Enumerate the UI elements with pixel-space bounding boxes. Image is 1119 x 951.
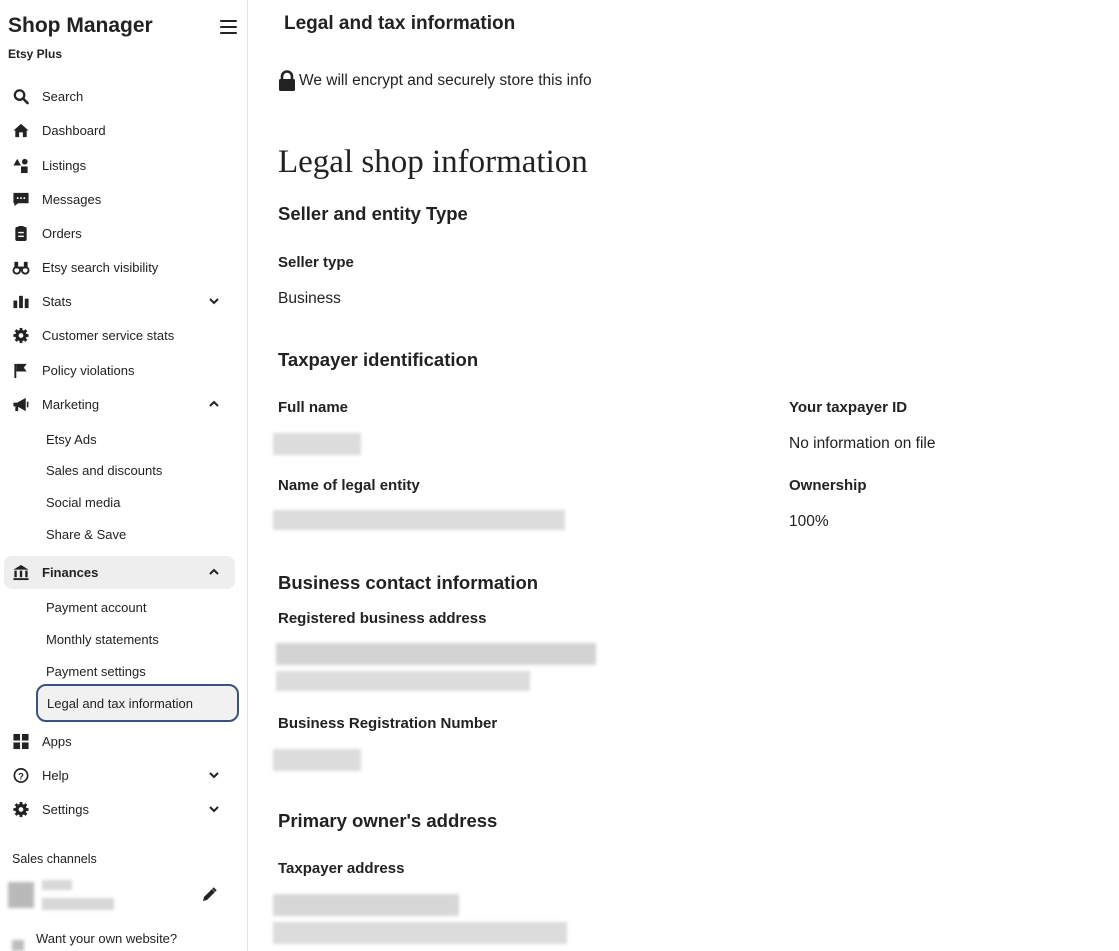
chevron-down-icon: [209, 298, 219, 305]
legal-entity-label: Name of legal entity: [278, 477, 420, 494]
ownership-value: 100%: [789, 513, 829, 530]
chevron-down-icon: [209, 772, 219, 779]
sales-channels-label: Sales channels: [12, 852, 97, 866]
taxpayer-id-label: Your taxpayer ID: [789, 399, 908, 416]
taxpayer-address-line1-redacted: [273, 894, 459, 916]
sidebar-item-label: Dashboard: [42, 122, 106, 138]
sidebar-item-label: Customer service stats: [42, 327, 175, 343]
sidebar-subitem-sales-discounts[interactable]: Sales and discounts: [46, 463, 162, 478]
bank-icon: [13, 564, 29, 581]
business-contact-heading: Business contact information: [278, 572, 539, 593]
chevron-up-icon: [209, 568, 219, 575]
seller-entity-heading: Seller and entity Type: [278, 203, 468, 224]
page-title: Legal and tax information: [284, 13, 516, 34]
gear-icon: [13, 327, 29, 344]
registered-address-line2-redacted: [276, 671, 530, 691]
main-content: Legal and tax information We will encryp…: [249, 0, 1119, 951]
shapes-icon: [13, 158, 28, 174]
sidebar-item-stats[interactable]: Stats: [0, 286, 248, 316]
shop-manager-title: Shop Manager: [8, 14, 153, 37]
sidebar-item-label: Orders: [42, 225, 82, 241]
legal-shop-heading: Legal shop information: [278, 144, 588, 180]
sidebar-item-finances[interactable]: Finances: [0, 557, 248, 587]
lock-icon: [279, 70, 295, 91]
shop-thumbnail-redacted[interactable]: [8, 882, 34, 908]
website-icon: [12, 940, 24, 951]
registered-address-label: Registered business address: [278, 610, 487, 627]
sidebar-item-label: Help: [42, 767, 69, 783]
sidebar-item-label: Stats: [42, 293, 72, 309]
sidebar-item-label: Marketing: [42, 396, 100, 412]
secure-note: We will encrypt and securely store this …: [277, 70, 592, 92]
ownership-label: Ownership: [789, 477, 867, 494]
sidebar-item-label: Search: [42, 88, 84, 104]
sidebar-item-policy-violations[interactable]: Policy violations: [0, 355, 248, 385]
sidebar-item-label: Finances: [42, 564, 99, 580]
clipboard-icon: [15, 225, 27, 242]
secure-note-text: We will encrypt and securely store this …: [299, 72, 592, 89]
sidebar-item-label: Apps: [42, 733, 72, 749]
chat-icon: [13, 192, 29, 207]
menu-icon[interactable]: [220, 20, 237, 34]
seller-type-label: Seller type: [278, 254, 354, 271]
sidebar-item-marketing[interactable]: Marketing: [0, 389, 248, 419]
sidebar-item-customer-service-stats[interactable]: Customer service stats: [0, 320, 248, 350]
bar-chart-icon: [13, 295, 29, 309]
shop-url-redacted: [42, 898, 114, 910]
sidebar-item-label: Etsy search visibility: [42, 259, 159, 275]
full-name-label: Full name: [278, 399, 349, 416]
sidebar: Shop Manager Etsy Plus Search Dashboard …: [0, 0, 248, 951]
chevron-up-icon: [209, 400, 219, 407]
sidebar-item-help[interactable]: ? Help: [0, 760, 248, 790]
shop-name-redacted: [42, 880, 72, 890]
sidebar-item-apps[interactable]: Apps: [0, 726, 248, 756]
chevron-down-icon: [209, 806, 219, 813]
sidebar-item-label: Listings: [42, 157, 87, 173]
taxpayer-id-value: No information on file: [789, 435, 936, 452]
sidebar-item-messages[interactable]: Messages: [0, 184, 248, 214]
flag-icon: [14, 363, 27, 379]
taxpayer-address-line2-redacted: [273, 922, 567, 944]
sidebar-subitem-share-save[interactable]: Share & Save: [46, 527, 126, 542]
sidebar-subitem-etsy-ads[interactable]: Etsy Ads: [46, 432, 97, 447]
sidebar-item-search-visibility[interactable]: Etsy search visibility: [0, 252, 248, 282]
sidebar-subitem-payment-account[interactable]: Payment account: [46, 600, 146, 615]
gear-icon: [13, 801, 29, 818]
taxpayer-identification-heading: Taxpayer identification: [278, 349, 479, 370]
seller-type-value: Business: [278, 290, 341, 307]
sidebar-subitem-payment-settings[interactable]: Payment settings: [46, 664, 146, 679]
sidebar-item-dashboard[interactable]: Dashboard: [0, 115, 248, 145]
sidebar-item-label: Policy violations: [42, 362, 135, 378]
sidebar-item-orders[interactable]: Orders: [0, 218, 248, 248]
pencil-icon[interactable]: [200, 886, 218, 904]
grid-icon: [13, 733, 29, 750]
want-website-link[interactable]: Want your own website?: [36, 931, 177, 946]
taxpayer-address-label: Taxpayer address: [278, 860, 405, 877]
sidebar-item-settings[interactable]: Settings: [0, 794, 248, 824]
sidebar-subitem-label: Legal and tax information: [47, 696, 193, 711]
search-icon: [13, 89, 29, 105]
legal-entity-redacted: [273, 510, 565, 530]
full-name-redacted: [273, 433, 361, 455]
registration-number-redacted: [273, 749, 361, 771]
sidebar-item-search[interactable]: Search: [0, 81, 248, 111]
sidebar-item-listings[interactable]: Listings: [0, 150, 248, 180]
primary-owner-heading: Primary owner's address: [278, 810, 498, 831]
svg-text:?: ?: [18, 771, 24, 782]
question-icon: ?: [13, 768, 29, 783]
plan-label: Etsy Plus: [8, 47, 63, 61]
sidebar-subitem-legal-tax-selected[interactable]: Legal and tax information: [36, 684, 239, 722]
registered-address-line1-redacted: [276, 643, 596, 665]
home-icon: [13, 123, 29, 138]
megaphone-icon: [13, 397, 29, 412]
sidebar-subitem-monthly-statements[interactable]: Monthly statements: [46, 632, 159, 647]
binoculars-icon: [12, 261, 30, 275]
sidebar-subitem-social-media[interactable]: Social media: [46, 495, 120, 510]
sidebar-item-label: Messages: [42, 191, 102, 207]
sidebar-item-label: Settings: [42, 801, 89, 817]
registration-number-label: Business Registration Number: [278, 715, 498, 732]
